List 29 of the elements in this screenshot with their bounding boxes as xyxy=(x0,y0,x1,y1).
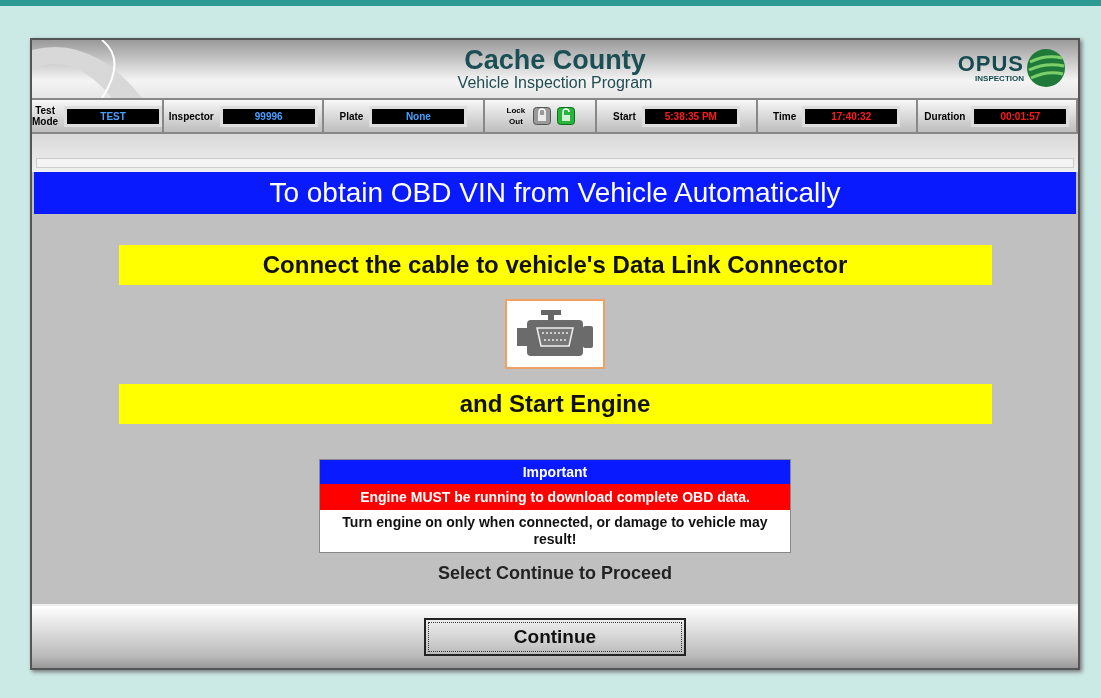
globe-icon xyxy=(1026,48,1066,88)
instruction-text: and Start Engine xyxy=(118,384,992,424)
status-display: 17:40:32 xyxy=(802,105,901,127)
notice-warning: Engine MUST be running to download complete OBD data. xyxy=(320,484,790,510)
status-label: Test Mode xyxy=(32,105,59,127)
padlock-icon[interactable] xyxy=(532,107,551,125)
status-display: 5:38:35 PM xyxy=(641,105,740,127)
status-display: 99996 xyxy=(219,105,318,127)
open-padlock-icon[interactable] xyxy=(556,107,575,125)
instruction-text: Connect the cable to vehicle's Data Link Connector xyxy=(118,245,992,285)
status-label: Lock Out xyxy=(505,105,527,127)
status-display: TEST xyxy=(64,105,163,127)
status-label: Time xyxy=(773,110,797,122)
status-label: Start xyxy=(613,110,636,122)
app-subtitle: Vehicle Inspection Program xyxy=(457,74,653,92)
engine-icon xyxy=(505,299,605,369)
swirl-decoration-icon xyxy=(32,40,142,98)
status-display: 00:01:57 xyxy=(971,105,1070,127)
logo-subtext: INSPECTION xyxy=(974,73,1024,83)
banner: To obtain OBD VIN from Vehicle Automatically xyxy=(34,172,1076,214)
continue-button[interactable]: Continue xyxy=(424,618,686,656)
logo-text: OPUS xyxy=(957,53,1024,74)
prompt-text: Select Continue to Proceed xyxy=(437,563,672,584)
status-label: Plate xyxy=(339,110,364,122)
notice-heading: Important xyxy=(320,460,790,484)
status-label: Duration xyxy=(924,110,966,122)
status-label: Inspector xyxy=(168,110,214,122)
notice-message: Turn engine on only when connected, or damage to vehicle may result! xyxy=(320,510,790,552)
status-display: None xyxy=(369,105,468,127)
